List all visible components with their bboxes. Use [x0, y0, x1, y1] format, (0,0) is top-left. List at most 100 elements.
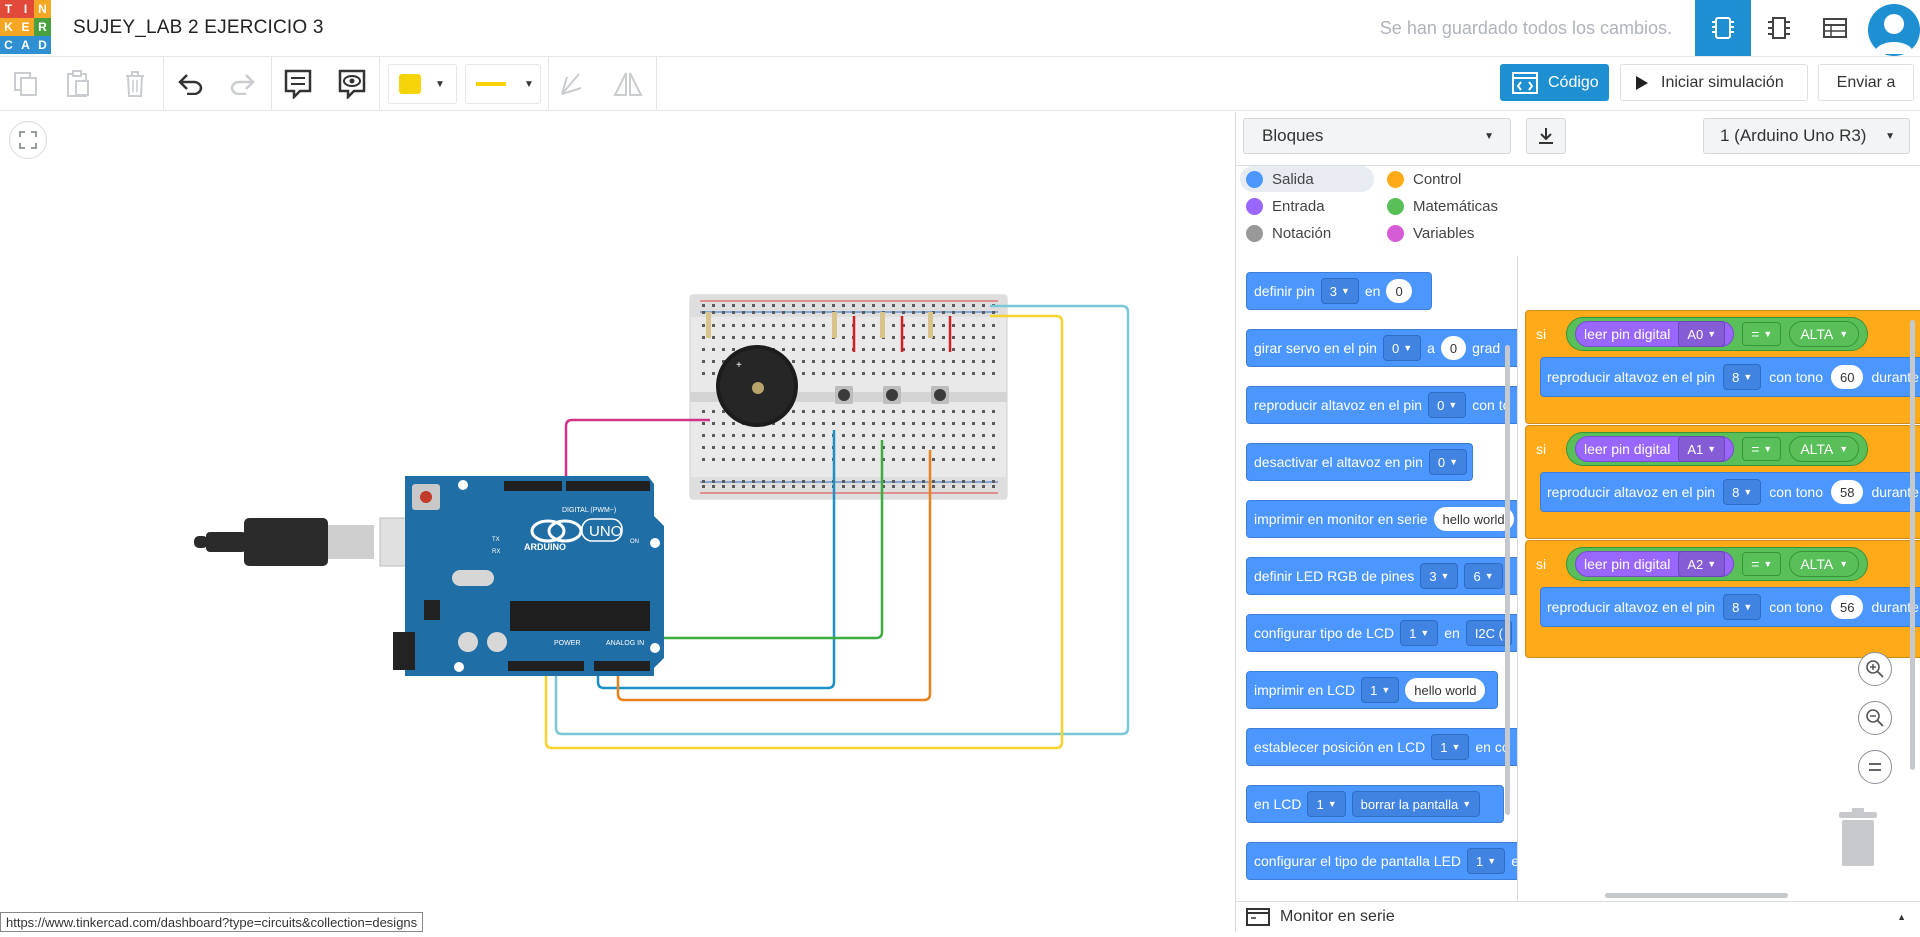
code-mode-select[interactable]: Bloques ▼ [1243, 118, 1511, 154]
palette-scrollbar[interactable] [1505, 345, 1510, 815]
read-digital-pin-block[interactable]: leer pin digital A1 ▼ [1575, 436, 1735, 462]
play-speaker-block[interactable]: reproducir altavoz en el pin 8 ▼ con tono 60… [1540, 357, 1920, 397]
breadboard-hole [902, 434, 905, 437]
block-lcd-type[interactable]: configurar tipo de LCD 1 ▼ en I2C ( [1246, 614, 1517, 652]
breadboard-hole [722, 324, 725, 327]
condition-block[interactable]: leer pin digital A0 ▼ = ▼ ALTA ▼ [1566, 317, 1869, 351]
download-code-button[interactable] [1526, 118, 1566, 154]
toggle-notes-visibility-button[interactable] [332, 64, 372, 104]
notes-button[interactable] [278, 64, 318, 104]
flip-button[interactable] [608, 64, 648, 104]
redo-button[interactable] [223, 64, 263, 104]
block-rotate-servo[interactable]: girar servo en el pin 0 ▼ a 0 grad [1246, 329, 1517, 367]
tinkercad-logo[interactable]: TINKERCAD [0, 0, 51, 54]
play-speaker-block[interactable]: reproducir altavoz en el pin 8 ▼ con tono 56… [1540, 587, 1920, 627]
category-variables[interactable]: Variables [1381, 220, 1474, 246]
breadboard-hole [752, 485, 755, 488]
block-play-speaker[interactable]: reproducir altavoz en el pin 0 ▼ con to [1246, 386, 1517, 424]
condition-block[interactable]: leer pin digital A1 ▼ = ▼ ALTA ▼ [1566, 432, 1869, 466]
condition-block[interactable]: leer pin digital A2 ▼ = ▼ ALTA ▼ [1566, 547, 1869, 581]
workspace-scrollbar-vertical[interactable] [1910, 320, 1915, 770]
breadboard-hole [792, 434, 795, 437]
workspace-scrollbar-horizontal[interactable] [1605, 893, 1788, 898]
breadboard-hole [742, 324, 745, 327]
zoom-reset-button[interactable] [1858, 750, 1892, 784]
category-control[interactable]: Control [1381, 166, 1461, 192]
block-serial-print[interactable]: imprimir en monitor en serie hello world [1246, 500, 1517, 538]
component-list-button[interactable] [1807, 0, 1863, 56]
breadboard-hole [782, 458, 785, 461]
block-rgb-led[interactable]: definir LED RGB de pines 3 ▼ 6 ▼ [1246, 557, 1517, 595]
logo-letter: K [0, 18, 17, 36]
breadboard-hole [712, 324, 715, 327]
delete-button[interactable] [115, 64, 155, 104]
category-matematicas[interactable]: Matemáticas [1381, 193, 1498, 219]
copy-button[interactable] [6, 64, 46, 104]
rotate-button[interactable] [552, 64, 592, 104]
if-block[interactable]: si leer pin digital A1 ▼ = ▼ ALTA ▼ reproduc… [1525, 425, 1920, 539]
breadboard-hole [892, 422, 895, 425]
breadboard-hole [922, 304, 925, 307]
read-digital-pin-block[interactable]: leer pin digital A0 ▼ [1575, 321, 1735, 347]
zoom-out-button[interactable] [1858, 701, 1892, 735]
wire-style-dropdown[interactable]: ▼ [465, 64, 541, 104]
breadboard-hole [962, 480, 965, 483]
toolbar-divider [548, 57, 549, 111]
board-select[interactable]: 1 (Arduino Uno R3) ▼ [1703, 118, 1910, 154]
schematic-view-button[interactable] [1751, 0, 1807, 56]
breadboard-hole [982, 336, 985, 339]
project-title[interactable]: SUJEY_LAB 2 EJERCICIO 3 [73, 17, 324, 39]
block-lcd-print[interactable]: imprimir en LCD 1 ▼ hello world [1246, 671, 1498, 709]
code-button[interactable]: Código [1500, 64, 1609, 101]
breadboard-hole [842, 422, 845, 425]
block-led-display-type[interactable]: configurar el tipo de pantalla LED1▼e [1246, 842, 1517, 880]
usb-cable [194, 517, 443, 567]
workspace-trash-button[interactable] [1837, 808, 1879, 868]
breadboard-hole [732, 324, 735, 327]
breadboard-hole [972, 410, 975, 413]
block-lcd-clear[interactable]: en LCD 1 ▼ borrar la pantalla ▼ [1246, 785, 1504, 823]
breadboard-hole [842, 311, 845, 314]
breadboard-hole [722, 458, 725, 461]
breadboard-hole [882, 348, 885, 351]
if-block[interactable]: si leer pin digital A0 ▼ = ▼ ALTA ▼ reproduc… [1525, 310, 1920, 424]
read-digital-pin-block[interactable]: leer pin digital A2 ▼ [1575, 551, 1735, 577]
user-avatar[interactable] [1868, 4, 1920, 56]
circuit-view-button[interactable] [1695, 0, 1751, 56]
block-stop-speaker[interactable]: desactivar el altavoz en pin 0 ▼ [1246, 443, 1473, 481]
fit-view-button[interactable] [9, 121, 47, 159]
piezo-buzzer[interactable]: + [716, 345, 798, 427]
breadboard-hole [732, 336, 735, 339]
arduino-uno-board[interactable]: ARDUINO UNO DIGITAL (PWM~) POWER ANALOG … [393, 476, 664, 676]
zoom-in-button[interactable] [1858, 652, 1892, 686]
category-entrada[interactable]: Entrada [1240, 193, 1325, 219]
breadboard-hole [982, 422, 985, 425]
breadboard-hole [712, 434, 715, 437]
fill-color-swatch [399, 74, 421, 94]
breadboard-hole [862, 324, 865, 327]
send-to-button[interactable]: Enviar a [1818, 64, 1914, 101]
breadboard-hole [972, 372, 975, 375]
undo-button[interactable] [170, 64, 210, 104]
fill-color-dropdown[interactable]: ▼ [388, 64, 457, 104]
play-speaker-block[interactable]: reproducir altavoz en el pin 8 ▼ con tono 58… [1540, 472, 1920, 512]
if-block[interactable]: si leer pin digital A2 ▼ = ▼ ALTA ▼ reproduc… [1525, 540, 1920, 658]
serial-monitor-bar[interactable]: Monitor en serie ▲ [1236, 901, 1920, 932]
breadboard-hole [722, 434, 725, 437]
breadboard-hole [902, 372, 905, 375]
breadboard-hole [732, 458, 735, 461]
circuit-canvas[interactable]: + ARDUINO UNO DIGITAL (PWM~) POWER ANALO… [0, 112, 1235, 932]
start-simulation-button[interactable]: Iniciar simulación [1620, 64, 1808, 101]
breadboard-hole [922, 480, 925, 483]
category-notacion[interactable]: Notación [1240, 220, 1331, 246]
pushbuttons[interactable] [835, 386, 949, 404]
breadboard-hole [982, 485, 985, 488]
paste-button[interactable] [58, 64, 98, 104]
block-set-pin[interactable]: definir pin 3 ▼ en 0 [1246, 272, 1432, 310]
caret-up-icon[interactable]: ▲ [1897, 912, 1906, 922]
svg-text:+: + [736, 360, 742, 371]
breadboard-hole [922, 324, 925, 327]
block-lcd-position[interactable]: establecer posición en LCD 1 ▼ en co [1246, 728, 1517, 766]
category-salida[interactable]: Salida [1240, 166, 1374, 192]
breadboard-hole [712, 485, 715, 488]
